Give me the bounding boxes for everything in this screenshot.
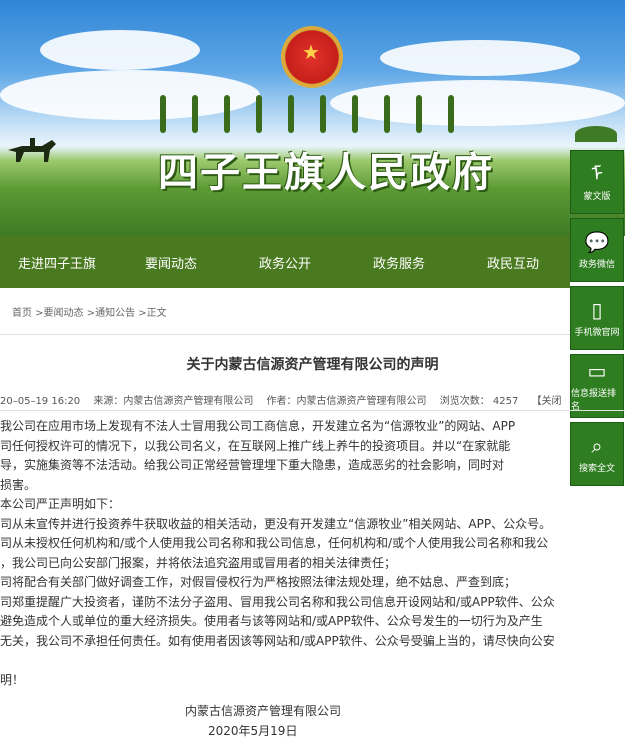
paragraph-line: 导，实施集资等不法活动。给我公司正常经营管理埋下重大隐患，造成恶劣的社会影响，同… (0, 458, 505, 472)
article-body: 我公司在应用市场上发现有不法人士冒用我公司工商信息，开发建立名为“信源牧业”的网… (0, 417, 625, 690)
article-author: 作者：内蒙古信源资产管理有限公司 (266, 396, 427, 407)
nav-item-news[interactable]: 要闻动态 (114, 253, 228, 272)
header-banner: ★ 四子王旗人民政府 (0, 0, 625, 236)
paragraph-line: 司郑重提醒广大投资者，谨防不法分子盗用、冒用我公司名称和我公司信息开设网站和/或… (0, 594, 555, 609)
close-link[interactable]: 【关闭 (532, 396, 562, 407)
nav-item-gov-service[interactable]: 政务服务 (342, 253, 456, 272)
sign-date: 2020年5月19日 (208, 724, 298, 738)
article-title: 关于内蒙古信源资产管理有限公司的声明 (186, 357, 439, 373)
side-mobile-button[interactable]: ▯ 手机微官网 (570, 286, 624, 350)
cloud (380, 40, 580, 76)
mobile-icon: ▯ (591, 297, 603, 322)
side-mongolian-button[interactable]: ᠮ 蒙文版 (570, 150, 624, 214)
site-title: 四子王旗人民政府 (158, 149, 494, 196)
paragraph-line: 司将配合有关部门做好调查工作，对假冒侵权行为严格按照法律法规处理，绝不姑息、严查… (0, 575, 517, 589)
paragraph-line: 明！ (0, 672, 25, 687)
paragraph-line: 我公司在应用市场上发现有不法人士冒用我公司工商信息，开发建立名为“信源牧业”的网… (0, 419, 516, 433)
paragraph-line (0, 651, 625, 671)
article-meta: 20–05–19 16:20 来源：内蒙古信源资产管理有限公司 作者：内蒙古信源… (0, 392, 572, 407)
nav-item-interaction[interactable]: 政民互动 (456, 253, 570, 272)
paragraph-line: 无关，我公司不承担任何责任。如有使用者因该等网站和/或APP软件、公众号受骗上当… (0, 633, 555, 648)
breadcrumb[interactable]: 首页 >要闻动态 >通知公告 >正文 (12, 304, 167, 319)
paragraph-line: 司任何授权许可的情况下，以我公司名义，在互联网上推广线上养牛的投资项目。并以“在… (0, 438, 511, 453)
star-icon: ★ (302, 40, 320, 64)
article-source: 来源：内蒙古信源资产管理有限公司 (93, 396, 254, 407)
main-nav: 走进四子王旗 要闻动态 政务公开 政务服务 政民互动 (0, 236, 570, 288)
nav-item-gov-open[interactable]: 政务公开 (228, 253, 342, 272)
paragraph-line: ，我公司已向公安部门报案，并将依法追究盗用或冒用者的相关法律责任； (0, 555, 397, 570)
horse-rider-icon (8, 138, 56, 162)
side-label: 政务微信 (578, 259, 615, 270)
paragraph-line: 避免造成个人或单位的重大经济损失。使用者与该等网站和/或APP软件、公众号发生的… (0, 614, 543, 628)
paragraph-line: 损害。 (0, 477, 37, 492)
paragraph-line: 司从未授权任何机构和/或个人使用我公司名称和我公司信息，任何机构和/或个人使用我… (0, 536, 549, 550)
divider (0, 334, 570, 335)
side-wechat-button[interactable]: 💬 政务微信 (570, 218, 624, 282)
nav-item-about[interactable]: 走进四子王旗 (0, 253, 114, 272)
wechat-icon: 💬 (584, 229, 610, 254)
divider (0, 410, 625, 411)
paragraph-line: 本公司严正声明如下： (0, 497, 121, 511)
side-label: 手机微官网 (574, 327, 620, 338)
yurt-icon (575, 126, 617, 142)
view-count: 浏览次数： 4257 (439, 396, 519, 407)
mongolian-script-title (160, 95, 454, 133)
paragraph-line: 司从未宣传并进行投资养牛获取收益的相关活动，更没有开发建立“信源牧业”相关网站、… (0, 516, 552, 531)
mongolian-script-icon: ᠮ (590, 161, 604, 186)
signature: 内蒙古信源资产管理有限公司 (185, 704, 342, 718)
cloud (40, 30, 200, 70)
side-label: 信息报送排名 (571, 389, 617, 412)
side-label: 蒙文版 (583, 191, 611, 202)
publish-date: 20–05–19 16:20 (0, 396, 81, 407)
